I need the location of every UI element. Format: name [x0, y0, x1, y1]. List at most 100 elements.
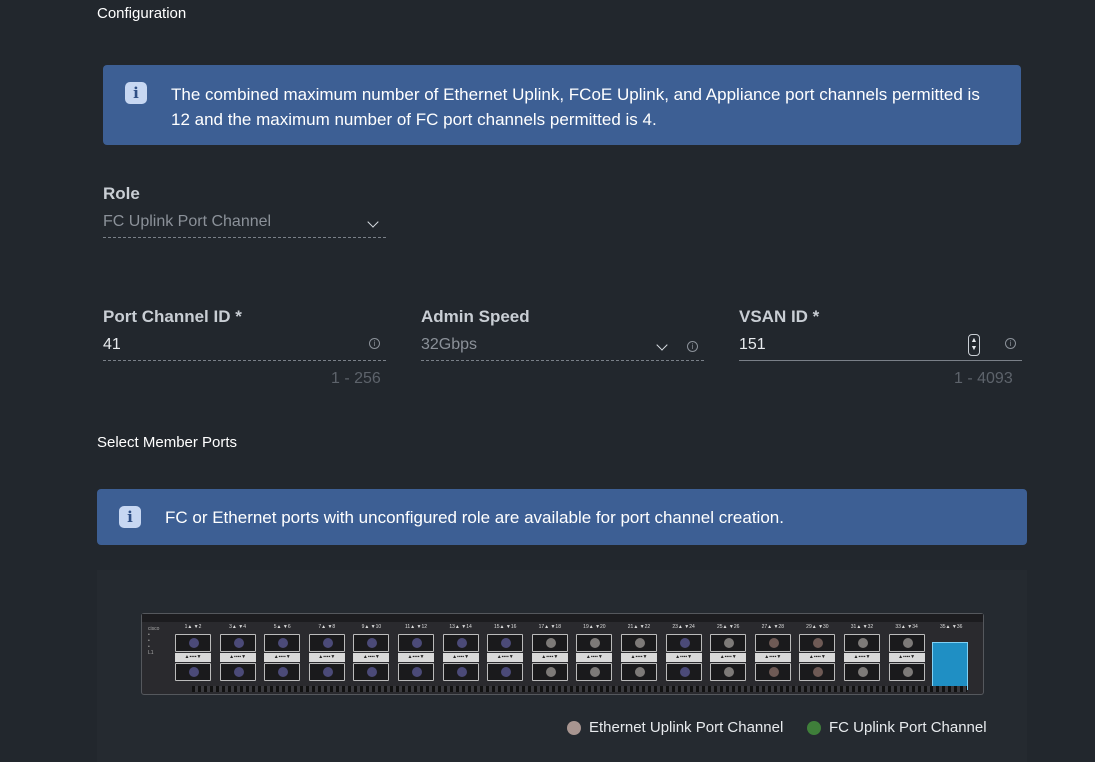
role-label: Role — [103, 184, 140, 203]
port-15[interactable] — [487, 634, 524, 652]
port-label-strip: ▲▪▪▪▪▼ — [487, 653, 524, 662]
port-group-27-28[interactable]: 27▲ ▼28 ▲▪▪▪▪▼ — [754, 624, 792, 684]
port-12[interactable] — [398, 663, 434, 681]
port-led — [456, 638, 467, 648]
port-4[interactable] — [219, 663, 256, 681]
port-label-strip: ▲▪▪▪▪▼ — [799, 653, 836, 662]
port-numbers: 17▲ ▼18 — [538, 624, 561, 630]
port-label-strip: ▲▪▪▪▪▼ — [531, 653, 568, 662]
admin-speed-label: Admin Speed — [421, 307, 530, 326]
role-select[interactable]: FC Uplink Port Channel — [103, 210, 386, 238]
port-label-strip: ▲▪▪▪▪▼ — [308, 653, 345, 662]
port-9[interactable] — [353, 634, 390, 652]
port-group-15-16[interactable]: 15▲ ▼16 ▲▪▪▪▪▼ — [486, 624, 524, 684]
port-2[interactable] — [175, 663, 211, 681]
port-group-17-18[interactable]: 17▲ ▼18 ▲▪▪▪▪▼ — [531, 624, 569, 684]
member-ports-section-title: Select Member Ports — [97, 434, 238, 451]
info-tooltip-icon[interactable]: i — [687, 341, 698, 352]
info-icon: i — [125, 82, 147, 104]
port-21[interactable] — [621, 634, 657, 652]
port-group-23-24[interactable]: 23▲ ▼24 ▲▪▪▪▪▼ — [665, 624, 703, 684]
chevron-down-icon — [656, 339, 668, 351]
port-20[interactable] — [576, 663, 613, 681]
port-16[interactable] — [487, 663, 524, 681]
port-label-strip: ▲▪▪▪▪▼ — [576, 653, 613, 662]
port-led — [456, 667, 467, 677]
port-group-35-36[interactable]: 35▲ ▼36 — [932, 624, 970, 690]
port-6[interactable] — [264, 663, 301, 681]
port-led — [590, 667, 601, 677]
cisco-logo: cisco • • • L1 — [148, 626, 160, 656]
legend-swatch — [567, 720, 581, 735]
port-10[interactable] — [353, 663, 390, 681]
port-31[interactable] — [844, 634, 880, 652]
port-28[interactable] — [754, 663, 791, 681]
port-group-11-12[interactable]: 11▲ ▼12 ▲▪▪▪▪▼ — [397, 624, 435, 684]
port-8[interactable] — [308, 663, 345, 681]
port-led — [322, 638, 333, 648]
port-led — [412, 667, 422, 677]
port-29[interactable] — [799, 634, 836, 652]
port-group-13-14[interactable]: 13▲ ▼14 ▲▪▪▪▪▼ — [442, 624, 480, 684]
stepper-up-icon[interactable]: ▲ — [971, 337, 978, 345]
port-group-7-8[interactable]: 7▲ ▼8 ▲▪▪▪▪▼ — [308, 624, 346, 684]
port-label-strip: ▲▪▪▪▪▼ — [219, 653, 256, 662]
port-group-9-10[interactable]: 9▲ ▼10 ▲▪▪▪▪▼ — [352, 624, 390, 684]
port-led — [679, 638, 690, 648]
vsan-id-value: 151 — [739, 336, 766, 353]
qsfp-port[interactable] — [932, 642, 969, 690]
port-led — [902, 667, 913, 677]
port-channel-id-input[interactable]: 41 i — [103, 333, 386, 361]
port-numbers: 31▲ ▼32 — [850, 624, 874, 630]
port-25[interactable] — [710, 634, 747, 652]
port-label-strip: ▲▪▪▪▪▼ — [442, 653, 479, 662]
port-channel-id-range: 1 - 256 — [331, 370, 381, 387]
port-group-5-6[interactable]: 5▲ ▼6 ▲▪▪▪▪▼ — [263, 624, 301, 684]
port-led — [367, 638, 378, 648]
port-group-1-2[interactable]: 1▲ ▼2 ▲▪▪▪▪▼ — [174, 624, 212, 684]
port-32[interactable] — [844, 663, 880, 681]
port-group-29-30[interactable]: 29▲ ▼30 ▲▪▪▪▪▼ — [798, 624, 836, 684]
port-13[interactable] — [442, 634, 479, 652]
port-group-3-4[interactable]: 3▲ ▼4 ▲▪▪▪▪▼ — [219, 624, 257, 684]
port-label-strip: ▲▪▪▪▪▼ — [665, 653, 702, 662]
port-group-33-34[interactable]: 33▲ ▼34 ▲▪▪▪▪▼ — [888, 624, 926, 684]
port-26[interactable] — [710, 663, 747, 681]
port-19[interactable] — [576, 634, 613, 652]
port-led — [367, 667, 378, 677]
info-tooltip-icon[interactable]: i — [1005, 338, 1016, 349]
vsan-id-stepper[interactable]: ▲ ▼ — [968, 334, 980, 356]
port-14[interactable] — [442, 663, 479, 681]
port-led — [412, 638, 422, 648]
vsan-id-input[interactable]: 151 ▲ ▼ i — [739, 333, 1022, 361]
port-label-strip: ▲▪▪▪▪▼ — [621, 653, 657, 662]
role-select-value: FC Uplink Port Channel — [103, 213, 272, 230]
stepper-down-icon[interactable]: ▼ — [971, 345, 978, 353]
port-34[interactable] — [888, 663, 925, 681]
port-22[interactable] — [621, 663, 657, 681]
port-led — [545, 667, 556, 677]
port-27[interactable] — [754, 634, 791, 652]
port-led — [189, 638, 199, 648]
admin-speed-select[interactable]: 32Gbps i — [421, 333, 704, 361]
port-17[interactable] — [531, 634, 568, 652]
port-group-19-20[interactable]: 19▲ ▼20 ▲▪▪▪▪▼ — [575, 624, 613, 684]
port-23[interactable] — [665, 634, 702, 652]
port-group-25-26[interactable]: 25▲ ▼26 ▲▪▪▪▪▼ — [709, 624, 747, 684]
port-30[interactable] — [799, 663, 836, 681]
port-numbers: 21▲ ▼22 — [627, 624, 651, 630]
port-1[interactable] — [175, 634, 211, 652]
port-group-31-32[interactable]: 31▲ ▼32 ▲▪▪▪▪▼ — [843, 624, 881, 684]
port-7[interactable] — [308, 634, 345, 652]
port-3[interactable] — [219, 634, 256, 652]
port-group-21-22[interactable]: 21▲ ▼22 ▲▪▪▪▪▼ — [620, 624, 658, 684]
port-numbers: 5▲ ▼6 — [273, 624, 291, 630]
port-18[interactable] — [531, 663, 568, 681]
port-led — [233, 638, 244, 648]
port-24[interactable] — [665, 663, 702, 681]
port-33[interactable] — [888, 634, 925, 652]
port-5[interactable] — [264, 634, 301, 652]
switch-vent — [192, 686, 967, 692]
info-tooltip-icon[interactable]: i — [369, 338, 380, 349]
port-11[interactable] — [398, 634, 434, 652]
